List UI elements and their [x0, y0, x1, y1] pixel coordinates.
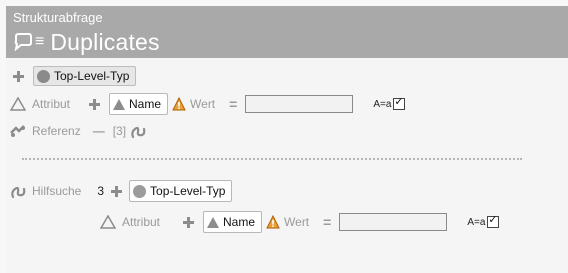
- menu-lines-icon: ≡: [35, 33, 45, 50]
- chat-bubble-icon: [13, 33, 33, 51]
- reference-count: [3]: [112, 124, 127, 138]
- add-attribute-icon[interactable]: [88, 98, 101, 111]
- triangle-outline-icon: [10, 97, 26, 111]
- equals-operator[interactable]: =: [323, 214, 331, 230]
- query-header: Strukturabfrage ≡ Duplicates: [6, 6, 568, 58]
- tentacle-icon: [10, 183, 26, 199]
- warning-icon: [172, 97, 186, 111]
- header-subtitle: Strukturabfrage: [13, 10, 103, 25]
- triangle-icon: [207, 216, 220, 228]
- case-sensitive-checkbox[interactable]: [393, 95, 406, 110]
- page-title: Duplicates: [50, 28, 160, 55]
- value-label: Wert: [284, 215, 310, 229]
- case-sensitive-checkbox[interactable]: [487, 213, 500, 228]
- add-attribute-icon[interactable]: [182, 216, 195, 229]
- helper-search-label: Hilfsuche: [32, 184, 82, 198]
- helper-type-chip[interactable]: Top-Level-Typ: [129, 180, 233, 202]
- triangle-outline-icon: [100, 215, 116, 229]
- header-title-row: ≡ Duplicates: [13, 28, 160, 56]
- case-sensitive-label: A=a: [373, 98, 392, 110]
- top-level-type-label: Top-Level-Typ: [54, 69, 130, 83]
- attribute-name-label: Name: [129, 97, 162, 111]
- triangle-icon: [113, 98, 126, 110]
- attribute-value-input[interactable]: [339, 213, 448, 231]
- helper-search-row: Hilfsuche 3 Top-Level-Typ: [10, 180, 233, 202]
- query-editor: [6, 58, 568, 273]
- helper-search-number: 3: [97, 184, 105, 198]
- helper-type-label: Top-Level-Typ: [150, 184, 226, 198]
- case-sensitive-label: A=a: [467, 216, 486, 228]
- sub-attribute-row: Attribut Name Wert = A=a: [100, 211, 500, 233]
- attribute-name-chip[interactable]: Name: [109, 93, 169, 115]
- circle-icon: [37, 69, 50, 83]
- attribute-name-chip[interactable]: Name: [203, 211, 263, 233]
- warning-icon: [266, 215, 280, 229]
- reference-label: Referenz: [32, 124, 81, 138]
- root-type-row: Top-Level-Typ: [12, 66, 137, 86]
- add-icon[interactable]: [110, 185, 123, 198]
- attribute-row: Attribut Name Wert = A=a: [10, 93, 406, 115]
- attribute-label: Attribut: [32, 97, 71, 111]
- section-divider: [22, 158, 522, 160]
- remove-reference-button[interactable]: —: [93, 124, 105, 138]
- tentacle-icon[interactable]: [130, 123, 146, 139]
- attribute-value-input[interactable]: [245, 95, 354, 113]
- attribute-label: Attribut: [122, 215, 161, 229]
- link-icon: [10, 124, 26, 138]
- add-icon[interactable]: [12, 70, 25, 83]
- equals-operator[interactable]: =: [229, 96, 237, 112]
- reference-row: Referenz — [3]: [10, 123, 146, 139]
- circle-icon: [133, 184, 147, 198]
- attribute-name-label: Name: [223, 215, 256, 229]
- value-label: Wert: [190, 97, 216, 111]
- top-level-type-chip[interactable]: Top-Level-Typ: [33, 66, 137, 86]
